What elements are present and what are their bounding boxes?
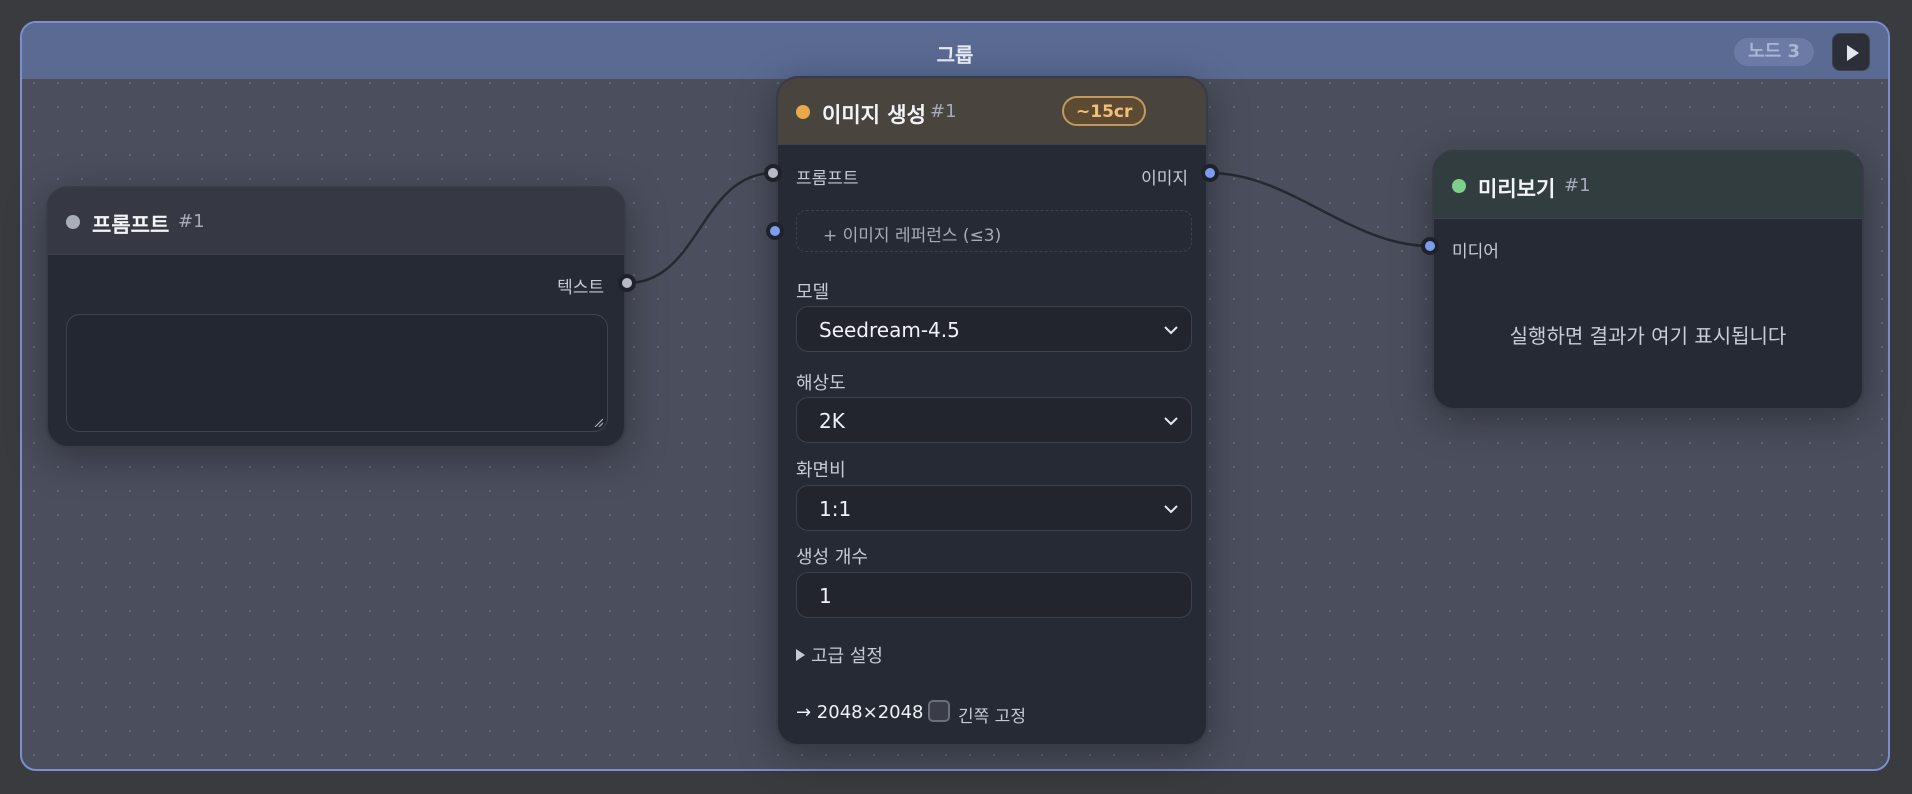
node-number: #1 xyxy=(178,211,205,232)
group-header[interactable]: 그룹 노드 3 xyxy=(22,23,1888,79)
port-dot-icon xyxy=(622,278,632,288)
group-node-count-badge: 노드 3 xyxy=(1734,38,1814,66)
group-title: 그룹 xyxy=(936,43,974,67)
prompt-node[interactable]: 프롬프트 #1 텍스트 xyxy=(46,186,626,448)
add-image-reference-button[interactable]: + 이미지 레퍼런스 (≤3) xyxy=(796,210,1192,252)
output-port-label: 이미지 xyxy=(1141,169,1188,189)
lock-long-side-label: 긴쪽 고정 xyxy=(958,707,1026,727)
preview-node-header[interactable]: 미리보기 #1 xyxy=(1434,152,1862,219)
aspect-ratio-label: 화면비 xyxy=(796,460,846,481)
resolution-select[interactable]: 2K xyxy=(796,397,1192,443)
image-gen-reference-input-port[interactable] xyxy=(766,222,784,240)
resize-handle-icon[interactable] xyxy=(593,417,603,427)
image-generation-node[interactable]: 이미지 생성 #1 ~15cr 프롬프트 이미지 + 이미지 레퍼런스 (≤3)… xyxy=(776,76,1208,746)
status-dot-icon xyxy=(796,105,810,119)
group-run-button[interactable] xyxy=(1832,33,1870,71)
count-input[interactable]: 1 xyxy=(796,572,1192,618)
aspect-ratio-value: 1:1 xyxy=(819,497,852,521)
port-dot-icon xyxy=(1205,168,1215,178)
image-gen-prompt-input-port[interactable] xyxy=(764,164,782,182)
chevron-down-icon xyxy=(1164,417,1178,426)
cost-badge: ~15cr xyxy=(1062,96,1147,126)
preview-placeholder: 실행하면 결과가 여기 표시됩니다 xyxy=(1509,324,1787,348)
image-gen-image-output-port[interactable] xyxy=(1201,164,1219,182)
resolution-value: 2K xyxy=(819,409,845,433)
workflow-canvas[interactable]: 그룹 노드 3 프롬프트 #1 텍스트 이미지 생성 #1 ~15cr 프롬프트… xyxy=(0,0,1912,794)
status-dot-icon xyxy=(66,215,80,229)
count-label: 생성 개수 xyxy=(796,547,868,568)
advanced-label: 고급 설정 xyxy=(811,646,883,667)
port-dot-icon xyxy=(1425,241,1435,251)
prompt-node-header[interactable]: 프롬프트 #1 xyxy=(48,188,624,255)
chevron-down-icon xyxy=(1164,505,1178,514)
advanced-settings-toggle[interactable]: 고급 설정 xyxy=(796,642,883,668)
count-value: 1 xyxy=(819,584,832,608)
model-label: 모델 xyxy=(796,282,830,303)
node-title: 미리보기 xyxy=(1478,177,1556,201)
triangle-right-icon xyxy=(796,649,805,661)
input-port-label: 미디어 xyxy=(1452,242,1499,262)
lock-long-side-checkbox[interactable] xyxy=(928,700,950,722)
reference-label: + 이미지 레퍼런스 (≤3) xyxy=(823,226,1002,246)
play-icon xyxy=(1847,45,1859,61)
output-port-label: 텍스트 xyxy=(557,278,604,298)
prompt-output-port[interactable] xyxy=(618,274,636,292)
node-number: #1 xyxy=(1564,175,1591,196)
status-dot-icon xyxy=(1452,179,1466,193)
model-select[interactable]: Seedream-4.5 xyxy=(796,306,1192,352)
port-dot-icon xyxy=(768,168,778,178)
prompt-textarea[interactable] xyxy=(66,314,608,432)
preview-media-input-port[interactable] xyxy=(1421,237,1439,255)
aspect-ratio-select[interactable]: 1:1 xyxy=(796,485,1192,531)
input-port-label: 프롬프트 xyxy=(796,169,859,189)
node-number: #1 xyxy=(930,101,957,122)
model-value: Seedream-4.5 xyxy=(819,318,960,342)
image-gen-node-header[interactable]: 이미지 생성 #1 ~15cr xyxy=(778,78,1206,145)
node-title: 프롬프트 xyxy=(92,213,170,237)
resolution-label: 해상도 xyxy=(796,373,846,394)
output-size: → 2048×2048 xyxy=(796,702,924,723)
preview-node[interactable]: 미리보기 #1 미디어 실행하면 결과가 여기 표시됩니다 xyxy=(1432,150,1864,410)
node-title: 이미지 생성 xyxy=(822,103,926,127)
port-dot-icon xyxy=(770,226,780,236)
chevron-down-icon xyxy=(1164,326,1178,335)
